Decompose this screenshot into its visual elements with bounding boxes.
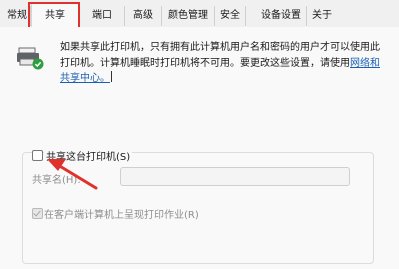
red-arrow-annotation [47,159,98,190]
